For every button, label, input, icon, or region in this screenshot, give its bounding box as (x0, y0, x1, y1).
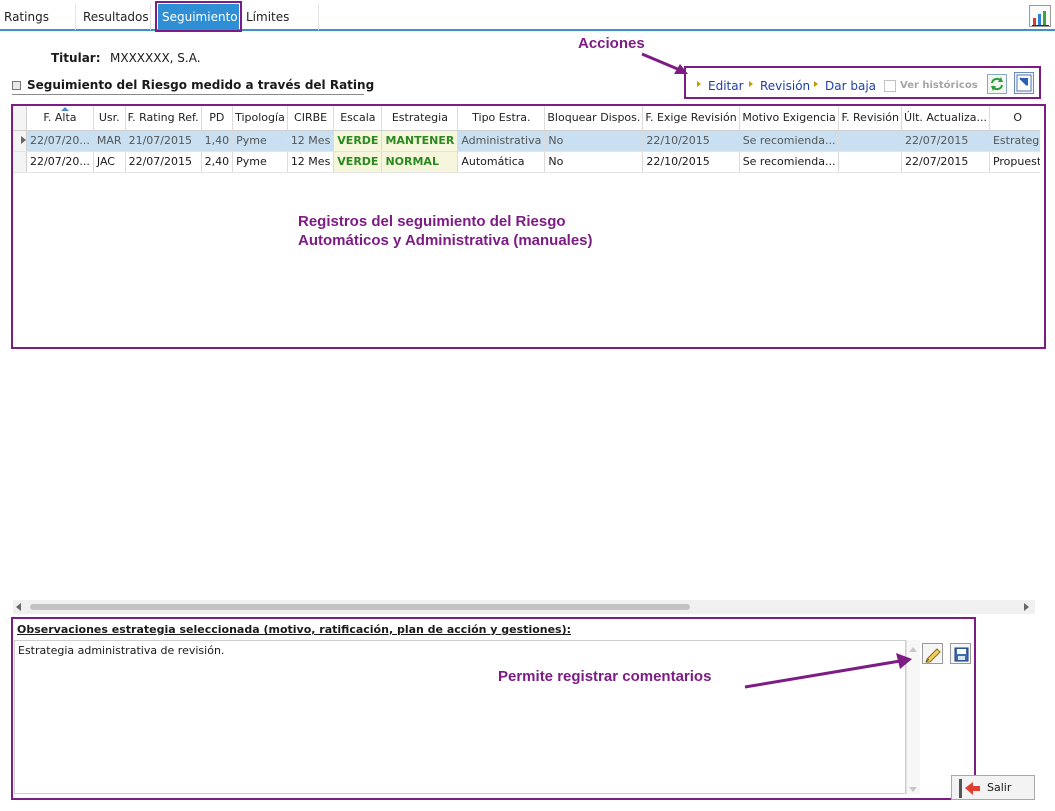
row-indicator[interactable] (13, 130, 27, 152)
column-header[interactable]: F. Rating Ref. (125, 106, 202, 131)
table-cell[interactable]: Se recomienda... (739, 151, 840, 173)
table-row[interactable]: 22/07/20... JAC 22/07/2015 2,40 Pyme 12 … (13, 151, 1040, 173)
table-cell[interactable]: Administrativa (457, 130, 546, 152)
column-header[interactable]: Bloquear Dispos. (544, 106, 644, 131)
table-cell[interactable]: 2,40 (201, 151, 234, 173)
tab-resultados[interactable]: Resultados (79, 4, 151, 30)
observations-label: Observaciones estrategia seleccionada (m… (17, 623, 572, 636)
dar-baja-arrow-icon (814, 81, 818, 87)
chart-button[interactable] (1029, 5, 1051, 27)
table-cell[interactable]: 22/07/20... (26, 151, 94, 173)
table-cell[interactable]: Se recomienda... (739, 130, 840, 152)
table-cell[interactable]: 22/07/2015 (901, 130, 990, 152)
grid-header-row: F. Alta Usr. F. Rating Ref. PD Tipología… (13, 106, 1040, 131)
observations-callout: Permite registrar comentarios (498, 668, 712, 685)
observations-callout-arrow (744, 653, 912, 689)
seguimiento-table: F. Alta Usr. F. Rating Ref. PD Tipología… (13, 106, 1040, 173)
column-header[interactable]: F. Exige Revisión (642, 106, 740, 131)
table-cell[interactable] (838, 130, 903, 152)
grid-callout-line2: Automáticos y Administrativa (manuales) (298, 232, 593, 249)
table-cell[interactable]: Estrategi (989, 130, 1040, 152)
revision-button[interactable]: Revisión (760, 79, 810, 93)
editar-arrow-icon (697, 81, 701, 87)
refresh-button[interactable] (987, 74, 1007, 94)
column-header[interactable]: Tipología (232, 106, 288, 131)
table-cell[interactable]: 22/10/2015 (642, 151, 740, 173)
row-indicator-header (13, 106, 27, 131)
tab-ratings-label: Ratings (4, 10, 49, 24)
tab-resultados-label: Resultados (83, 10, 149, 24)
column-header[interactable]: Últ. Actualiza... (901, 106, 990, 131)
horizontal-scroll-thumb[interactable] (30, 604, 690, 610)
export-icon (1016, 74, 1032, 92)
sort-ascending-icon (61, 107, 69, 111)
table-cell[interactable]: VERDE (333, 130, 383, 152)
tab-limites[interactable]: Límites (242, 4, 319, 30)
dar-baja-button[interactable]: Dar baja (825, 79, 876, 93)
export-button[interactable] (1014, 72, 1034, 94)
column-header[interactable]: Tipo Estra. (457, 106, 546, 131)
save-comment-button[interactable] (950, 643, 971, 664)
table-cell[interactable]: Automática (457, 151, 546, 173)
table-cell[interactable]: 12 Mes (287, 151, 335, 173)
edit-comment-button[interactable] (922, 643, 943, 664)
save-icon (954, 647, 969, 662)
scroll-right-icon[interactable] (1024, 603, 1029, 611)
tab-ratings[interactable]: Ratings (0, 4, 76, 30)
section-divider (12, 94, 364, 95)
table-cell[interactable]: MAR (93, 130, 126, 152)
table-cell[interactable]: VERDE (333, 151, 383, 173)
table-cell[interactable]: 22/10/2015 (642, 130, 740, 152)
tab-limites-label: Límites (246, 10, 290, 24)
column-header[interactable]: Estrategia (381, 106, 459, 131)
scroll-down-icon[interactable] (909, 787, 917, 792)
refresh-icon (991, 77, 1003, 91)
exit-icon (959, 779, 980, 798)
table-cell[interactable]: 22/07/20... (26, 130, 94, 152)
column-header[interactable]: O (989, 106, 1040, 131)
revision-arrow-icon (749, 81, 753, 87)
table-cell[interactable]: MANTENER (381, 130, 459, 152)
ver-historicos-checkbox[interactable] (884, 80, 896, 92)
ver-historicos-label: Ver históricos (900, 80, 978, 91)
grid-callout: Registros del seguimiento del Riesgo Aut… (298, 212, 593, 250)
titular-value: MXXXXXX, S.A. (110, 51, 201, 65)
column-header[interactable]: PD (201, 106, 234, 131)
table-cell[interactable]: JAC (93, 151, 126, 173)
column-header[interactable]: Usr. (93, 106, 126, 131)
grid-callout-line1: Registros del seguimiento del Riesgo (298, 213, 566, 230)
table-cell[interactable]: 21/07/2015 (125, 130, 202, 152)
titular-label: Titular: (51, 51, 101, 65)
table-cell[interactable]: Pyme (232, 130, 288, 152)
tab-highlight-annotation (155, 1, 242, 32)
current-row-arrow-icon (21, 136, 26, 144)
section-collapse-toggle[interactable] (12, 81, 21, 90)
salir-label: Salir (987, 781, 1012, 794)
scroll-left-icon[interactable] (16, 603, 21, 611)
column-header[interactable]: CIRBE (287, 106, 335, 131)
table-cell[interactable]: 12 Mes (287, 130, 335, 152)
table-cell[interactable]: 22/07/2015 (901, 151, 990, 173)
chart-icon (1032, 11, 1049, 26)
table-cell[interactable] (838, 151, 903, 173)
edit-comment-icon (925, 648, 941, 663)
table-cell[interactable]: 22/07/2015 (125, 151, 202, 173)
table-cell[interactable]: Pyme (232, 151, 288, 173)
row-indicator[interactable] (13, 151, 27, 173)
acciones-callout: Acciones (578, 35, 645, 52)
column-header[interactable]: Motivo Exigencia (739, 106, 840, 131)
table-cell[interactable]: Propuest (989, 151, 1040, 173)
table-cell[interactable]: No (544, 130, 644, 152)
column-header[interactable]: F. Revisión (838, 106, 903, 131)
table-row[interactable]: 22/07/20... MAR 21/07/2015 1,40 Pyme 12 … (13, 130, 1040, 152)
table-cell[interactable]: 1,40 (201, 130, 234, 152)
editar-button[interactable]: Editar (708, 79, 744, 93)
table-cell[interactable]: NORMAL (381, 151, 459, 173)
column-header[interactable]: F. Alta (26, 106, 94, 131)
table-cell[interactable]: No (544, 151, 644, 173)
section-title: Seguimiento del Riesgo medido a través d… (27, 78, 375, 92)
column-header[interactable]: Escala (333, 106, 383, 131)
